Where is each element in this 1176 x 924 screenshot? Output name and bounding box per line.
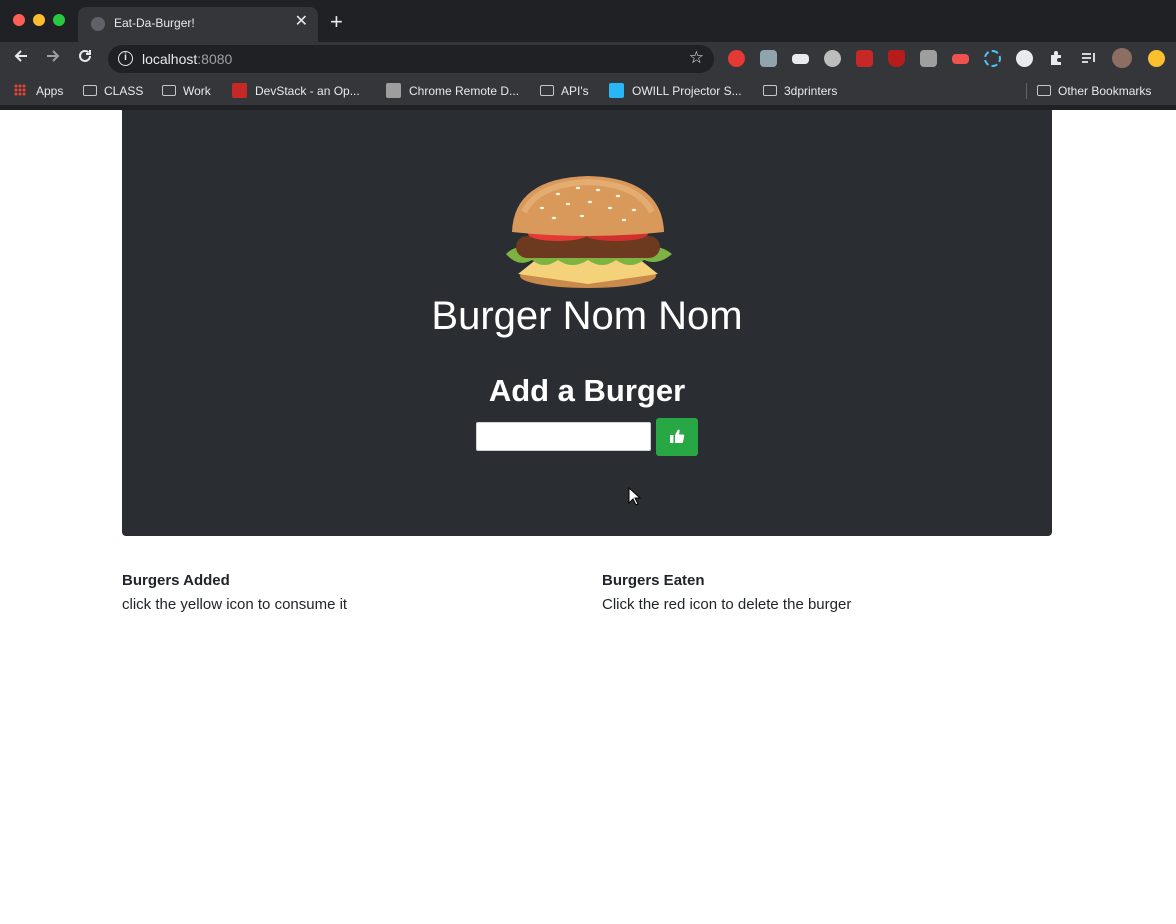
add-burger-button[interactable] [656,418,698,456]
close-icon[interactable]: ✕ [295,12,308,32]
browser-chrome: Eat-Da-Burger! ✕ + i localhost:8080 ☆ Ap… [0,0,1176,110]
address-bar[interactable]: i localhost:8080 ☆ [108,45,714,73]
reading-list-icon[interactable] [1080,50,1097,67]
bookmark-apis[interactable]: API's [540,83,589,99]
arrow-right-icon [47,50,60,62]
extension-icon[interactable] [856,50,873,67]
new-tab-button[interactable]: + [330,10,343,34]
apps-grid-icon [14,84,26,96]
bookmark-chrome-remote[interactable]: Chrome Remote D... [386,83,519,99]
browser-toolbar: i localhost:8080 ☆ [0,42,1176,76]
bookmark-label: 3dprinters [784,84,838,98]
bookmark-label: DevStack - an Op... [255,84,360,98]
bookmarks-bar: Apps CLASS Work DevStack - an Op... Chro… [0,76,1176,106]
url-host: localhost [142,51,198,67]
bookmark-label: API's [561,84,589,98]
extension-red-icon[interactable] [728,50,745,67]
bookmark-label: OWILL Projector S... [632,84,742,98]
puzzle-icon[interactable] [1048,50,1065,67]
url-port: :8080 [197,51,233,67]
mouse-cursor-icon [628,487,642,506]
extension-camera-icon[interactable] [792,54,809,64]
ublock-icon[interactable] [888,50,905,67]
folder-icon [162,85,176,96]
folder-icon [763,85,777,96]
extension-icon[interactable] [760,50,777,67]
jumbotron: Burger Nom Nom Add a Burger [122,110,1052,536]
folder-icon [540,85,554,96]
forward-button[interactable] [40,46,66,72]
window-minimize-button[interactable] [33,14,45,26]
tab-strip: Eat-Da-Burger! ✕ + [0,0,1176,42]
bookmark-3dprinters[interactable]: 3dprinters [763,83,837,99]
bookmark-label: Apps [36,84,64,98]
globe-icon [91,17,105,31]
add-burger-heading: Add a Burger [488,373,686,408]
burger-name-input[interactable] [476,422,651,451]
burgers-eaten-title: Burgers Eaten [602,572,705,589]
window-close-button[interactable] [13,14,25,26]
folder-icon [1037,85,1051,96]
extension-loading-icon[interactable] [984,50,1001,67]
tab-title: Eat-Da-Burger! [114,16,195,30]
url-text: localhost:8080 [142,51,232,67]
back-button[interactable] [8,46,34,72]
bookmark-label: Other Bookmarks [1058,84,1152,98]
extension-video-icon[interactable] [952,54,969,64]
chrome-remote-icon [386,83,401,98]
bookmark-apps[interactable]: Apps [14,83,63,99]
tab-eat-da-burger[interactable]: Eat-Da-Burger! ✕ [78,7,318,42]
bookmark-owill[interactable]: OWILL Projector S... [609,83,742,99]
extensions-row [724,48,1172,70]
burgers-eaten-description: Click the red icon to delete the burger [602,596,852,613]
arrow-left-icon [14,50,27,62]
extension-icon[interactable] [1016,50,1033,67]
reload-button[interactable] [72,46,98,72]
bookmark-class[interactable]: CLASS [83,83,143,99]
folder-icon [83,85,97,96]
info-icon[interactable]: i [118,51,133,66]
burger-image [506,176,672,288]
bookmark-work[interactable]: Work [162,83,211,99]
star-icon[interactable]: ☆ [689,48,704,68]
bookmarks-divider [1026,83,1027,99]
owill-icon [609,83,624,98]
burgers-added-description: click the yellow icon to consume it [122,596,348,613]
thumbs-up-icon [670,429,685,443]
reload-icon [79,49,91,62]
extension-record-icon[interactable] [824,50,841,67]
burgers-added-title: Burgers Added [122,572,230,589]
avatar[interactable] [1112,48,1132,68]
bookmark-label: Work [183,84,211,98]
bookmark-devstack[interactable]: DevStack - an Op... [232,83,360,99]
window-maximize-button[interactable] [53,14,65,26]
bookmark-label: CLASS [104,84,144,98]
extension-yellow-icon[interactable] [1148,50,1165,67]
bookmark-label: Chrome Remote D... [409,84,520,98]
bookmark-other[interactable]: Other Bookmarks [1037,83,1151,99]
page-title: Burger Nom Nom [431,294,743,338]
extension-icon[interactable] [920,50,937,67]
devstack-icon [232,83,247,98]
